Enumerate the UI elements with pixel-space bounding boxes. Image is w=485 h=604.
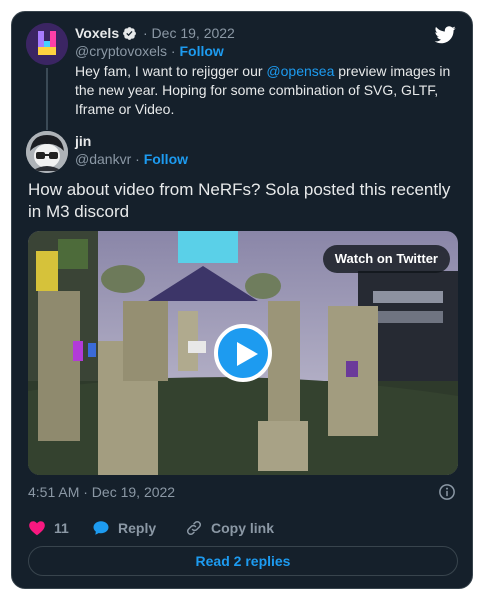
reply-action[interactable]: Reply (92, 518, 156, 538)
follow-separator: · (170, 43, 176, 59)
read-replies-button[interactable]: Read 2 replies (28, 546, 458, 576)
jin-avatar[interactable] (26, 131, 68, 173)
reply-label: Reply (118, 520, 157, 536)
reply-author-name[interactable]: jin (75, 133, 91, 149)
speech-bubble-icon (93, 521, 109, 535)
heart-icon (29, 521, 45, 536)
copy-link-label: Copy link (211, 520, 275, 536)
info-icon[interactable] (438, 483, 456, 501)
quoted-tweet-date[interactable]: · Dec 19, 2022 (143, 25, 235, 41)
tweet-timestamp[interactable]: 4:51 AM · Dec 19, 2022 (28, 484, 175, 500)
thread-connector-line (46, 68, 48, 130)
follow-voxels-button[interactable]: Follow (179, 43, 223, 59)
quoted-tweet-text: Hey fam, I want to rejigger our @opensea… (75, 62, 460, 119)
verified-badge-icon (123, 27, 137, 40)
twitter-bird-icon[interactable] (434, 24, 456, 46)
tweet-text: How about video from NeRFs? Sola posted … (28, 180, 451, 221)
video-thumbnail[interactable]: Watch on Twitter (28, 231, 458, 475)
like-count: 11 (54, 520, 69, 536)
follow-jin-button[interactable]: Follow (144, 151, 188, 167)
quoted-author-handle[interactable]: @cryptovoxels (75, 43, 167, 59)
copy-link-action[interactable]: Copy link (185, 518, 274, 538)
quoted-author-handle-row: @cryptovoxels · Follow (75, 43, 224, 60)
voxels-avatar[interactable] (26, 23, 68, 65)
quoted-text-start: Hey fam, I want to rejigger our (75, 63, 267, 79)
quoted-tweet-header: Voxels · Dec 19, 2022 (75, 25, 235, 42)
opensea-mention-link[interactable]: @opensea (266, 63, 334, 79)
embedded-tweet-card: Voxels · Dec 19, 2022 @cryptovoxels · Fo… (11, 11, 473, 589)
reply-author-handle[interactable]: @dankvr (75, 151, 131, 167)
quoted-author-name[interactable]: Voxels (75, 25, 119, 41)
watch-on-twitter-button[interactable]: Watch on Twitter (322, 245, 450, 273)
follow-separator: · (135, 151, 140, 167)
play-button[interactable] (214, 324, 272, 382)
like-action[interactable]: 11 (28, 518, 69, 538)
reply-author-handle-row: @dankvr · Follow (75, 151, 188, 167)
link-icon (186, 520, 202, 536)
play-icon (237, 342, 258, 366)
